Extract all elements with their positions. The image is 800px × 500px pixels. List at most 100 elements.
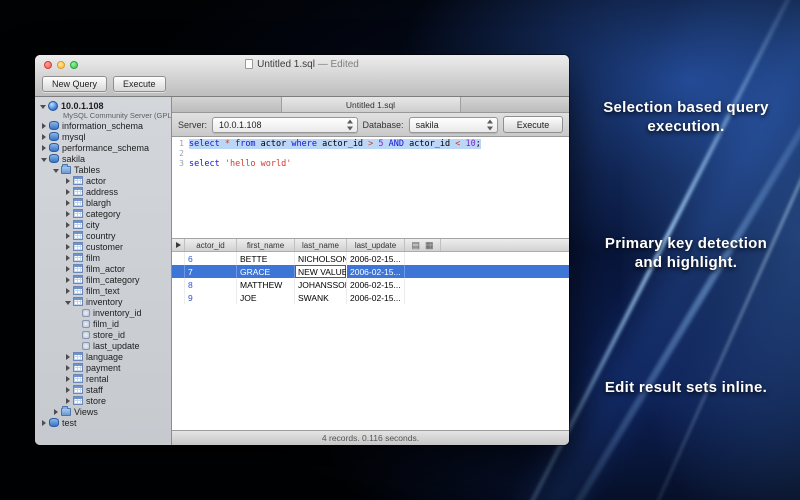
column-header-last-name[interactable]: last_name [295, 239, 347, 251]
cell-actor-id[interactable]: 8 [185, 278, 237, 291]
execute-toolbar-button[interactable]: Execute [113, 76, 166, 92]
sidebar-item-tables-folder[interactable]: Tables [35, 164, 171, 175]
server-dropdown[interactable]: 10.0.1.108 [212, 117, 358, 133]
sidebar-item-information-schema[interactable]: information_schema [35, 120, 171, 131]
chevron-right-icon[interactable] [64, 386, 73, 394]
chevron-down-icon[interactable] [52, 166, 61, 174]
chevron-right-icon[interactable] [64, 397, 73, 405]
sidebar-item-blargh[interactable]: blargh [35, 197, 171, 208]
new-query-button[interactable]: New Query [42, 76, 107, 92]
chevron-right-icon[interactable] [64, 177, 73, 185]
cell-last-name[interactable]: NICHOLSON [295, 252, 347, 265]
column-header-actor-id[interactable]: actor_id [185, 239, 237, 251]
table-row[interactable]: 6 BETTE NICHOLSON 2006-02-15... [172, 252, 569, 265]
sidebar-item-store[interactable]: store [35, 395, 171, 406]
sidebar-item-rental[interactable]: rental [35, 373, 171, 384]
sidebar-item-inventory[interactable]: inventory [35, 296, 171, 307]
sidebar-item-address[interactable]: address [35, 186, 171, 197]
sql-line-2 [189, 149, 569, 159]
chevron-down-icon[interactable] [39, 102, 48, 110]
marketing-text-query-execution: Selection based query execution. [578, 98, 794, 136]
chevron-right-icon[interactable] [64, 287, 73, 295]
table-row-selected[interactable]: 7 GRACE NEW VALUE 2006-02-15... [172, 265, 569, 278]
chevron-right-icon[interactable] [64, 221, 73, 229]
cell-last-name[interactable]: JOHANSSON [295, 278, 347, 291]
sidebar-item-category[interactable]: category [35, 208, 171, 219]
grid-icon[interactable]: ▦ [425, 241, 434, 250]
sidebar-item-film-id[interactable]: film_id [35, 318, 171, 329]
chevron-right-icon[interactable] [64, 232, 73, 240]
cell-first-name[interactable]: BETTE [237, 252, 295, 265]
sidebar-item-payment[interactable]: payment [35, 362, 171, 373]
sidebar-item-staff[interactable]: staff [35, 384, 171, 395]
chevron-right-icon[interactable] [64, 254, 73, 262]
chevron-right-icon[interactable] [64, 265, 73, 273]
database-dropdown[interactable]: sakila [409, 117, 499, 133]
table-row[interactable]: 9 JOE SWANK 2006-02-15... [172, 291, 569, 304]
sidebar-item-store-id[interactable]: store_id [35, 329, 171, 340]
chevron-right-icon[interactable] [64, 243, 73, 251]
chevron-right-icon[interactable] [40, 144, 49, 152]
sidebar-item-inventory-id[interactable]: inventory_id [35, 307, 171, 318]
sidebar-server[interactable]: 10.0.1.108 [35, 97, 171, 111]
sql-code[interactable]: select * from actor where actor_id > 5 A… [186, 137, 569, 238]
chevron-right-icon[interactable] [40, 419, 49, 427]
sidebar-item-actor[interactable]: actor [35, 175, 171, 186]
sidebar-item-film-text[interactable]: film_text [35, 285, 171, 296]
window-header: Untitled 1.sql — Edited New Query Execut… [35, 55, 569, 97]
column-header-first-name[interactable]: first_name [237, 239, 295, 251]
marketing-text-edit-inline: Edit result sets inline. [578, 378, 794, 397]
sidebar-item-sakila[interactable]: sakila [35, 153, 171, 164]
edit-icon[interactable]: ▤ [411, 241, 420, 250]
chevron-down-icon[interactable] [64, 298, 73, 306]
chevron-right-icon[interactable] [64, 353, 73, 361]
cell-last-name[interactable]: SWANK [295, 291, 347, 304]
sidebar-item-language[interactable]: language [35, 351, 171, 362]
sidebar-item-film-actor[interactable]: film_actor [35, 263, 171, 274]
cell-first-name[interactable]: MATTHEW [237, 278, 295, 291]
sidebar-item-views-folder[interactable]: Views [35, 406, 171, 417]
sidebar-item-performance-schema[interactable]: performance_schema [35, 142, 171, 153]
sidebar-item-test[interactable]: test [35, 417, 171, 428]
cell-last-update[interactable]: 2006-02-15... [347, 278, 405, 291]
cell-first-name[interactable]: GRACE [237, 265, 295, 278]
chevron-right-icon[interactable] [40, 133, 49, 141]
cell-actor-id[interactable]: 9 [185, 291, 237, 304]
cell-actor-id[interactable]: 6 [185, 252, 237, 265]
chevron-right-icon[interactable] [40, 122, 49, 130]
chevron-right-icon[interactable] [64, 375, 73, 383]
sidebar-item-city[interactable]: city [35, 219, 171, 230]
execute-query-button[interactable]: Execute [503, 116, 563, 133]
sql-editor[interactable]: 1 2 3 select * from actor where actor_id… [172, 137, 569, 239]
chevron-right-icon[interactable] [64, 210, 73, 218]
chevron-right-icon[interactable] [64, 188, 73, 196]
sidebar-item-mysql[interactable]: mysql [35, 131, 171, 142]
chevron-right-icon[interactable] [64, 199, 73, 207]
cell-last-name-editing[interactable]: NEW VALUE [295, 265, 347, 278]
cell-first-name[interactable]: JOE [237, 291, 295, 304]
tab-untitled-sql[interactable]: Untitled 1.sql [281, 97, 461, 112]
chevron-right-icon[interactable] [64, 276, 73, 284]
cell-last-update[interactable]: 2006-02-15... [347, 265, 405, 278]
column-icon [82, 320, 90, 328]
column-header-last-update[interactable]: last_update [347, 239, 405, 251]
table-icon [73, 253, 83, 262]
sidebar-item-film[interactable]: film [35, 252, 171, 263]
database-icon [49, 154, 59, 163]
chevron-right-icon[interactable] [52, 408, 61, 416]
database-label: Database: [363, 120, 404, 130]
table-icon [73, 242, 83, 251]
table-icon [73, 275, 83, 284]
cell-last-update[interactable]: 2006-02-15... [347, 291, 405, 304]
folder-icon [61, 408, 71, 416]
chevron-right-icon[interactable] [64, 364, 73, 372]
sidebar-server-subtitle: MySQL Community Server (GPL) 5.6.1... [35, 111, 171, 120]
table-row[interactable]: 8 MATTHEW JOHANSSON 2006-02-15... [172, 278, 569, 291]
cell-last-update[interactable]: 2006-02-15... [347, 252, 405, 265]
sidebar-item-film-category[interactable]: film_category [35, 274, 171, 285]
sidebar-item-customer[interactable]: customer [35, 241, 171, 252]
cell-actor-id[interactable]: 7 [185, 265, 237, 278]
sidebar-item-country[interactable]: country [35, 230, 171, 241]
sidebar-item-last-update[interactable]: last_update [35, 340, 171, 351]
chevron-down-icon[interactable] [40, 155, 49, 163]
